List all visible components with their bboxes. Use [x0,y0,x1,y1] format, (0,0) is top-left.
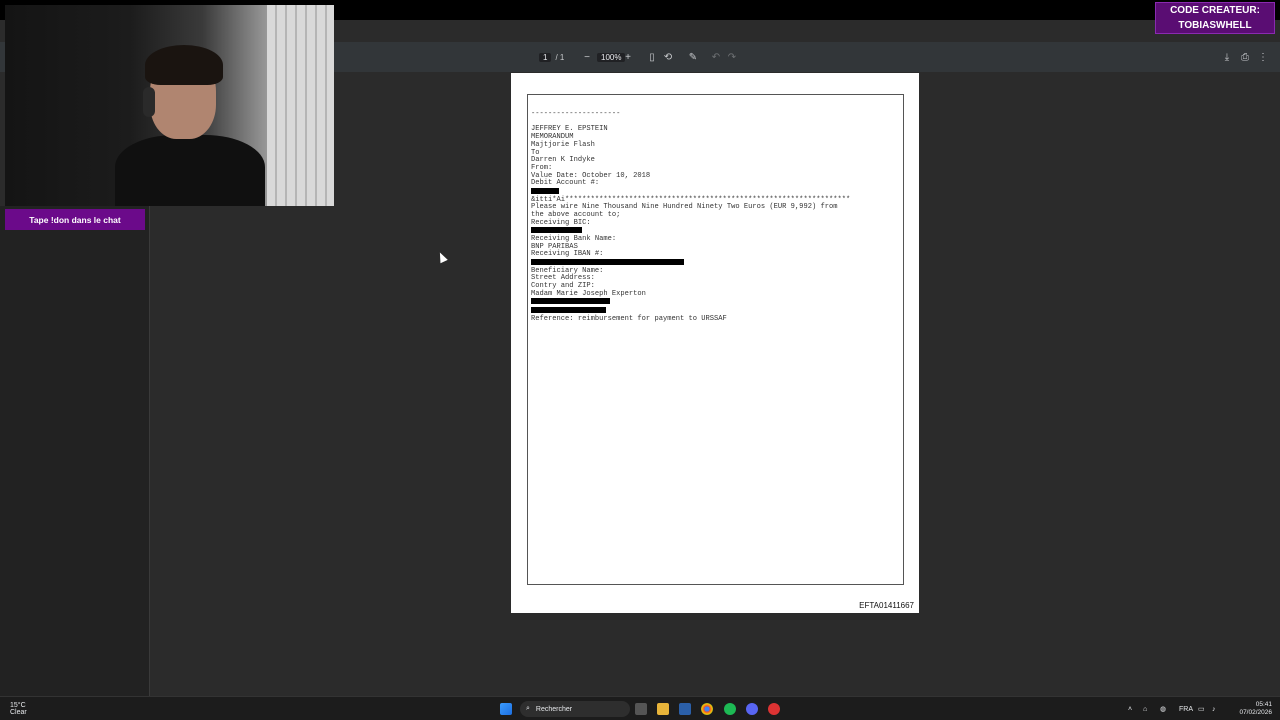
memo-text: --------------------- JEFFREY E. EPSTEIN M… [531,110,901,323]
memo-rule: --------------------- [531,110,621,118]
webcam-wall-panel [267,5,334,206]
search-icon: ⌕ [526,705,530,712]
webcam-feed [5,5,334,206]
memo-line: JEFFREY E. EPSTEIN [531,125,608,134]
tray-chevron-icon[interactable]: ˄ [1128,701,1132,717]
rotate-icon[interactable]: ⟲ [663,50,673,64]
redaction-bar [531,307,606,314]
plus-icon[interactable]: + [623,50,633,64]
creator-code-label: CODE CREATEUR: [1170,5,1260,16]
taskbar-search[interactable]: ⌕ Rechercher [520,701,630,717]
document-frame: --------------------- JEFFREY E. EPSTEIN M… [527,94,904,585]
document-id: EFTA01411667 [859,601,914,610]
clock-date: 07/02/2026 [1239,709,1272,716]
undo-icon[interactable]: ↶ [711,50,721,64]
app-icon[interactable] [679,701,691,717]
zoom-value: 100% [597,52,626,62]
creator-code-badge: CODE CREATEUR: TOBIASWHELL [1155,2,1275,34]
obs-icon[interactable] [768,701,780,717]
weather-temp: 15°C [10,702,26,709]
file-explorer-icon[interactable] [657,701,669,717]
more-icon[interactable]: ⋮ [1258,50,1268,64]
discord-icon[interactable] [746,701,758,717]
memo-line: Debit Account #: [531,179,600,188]
draw-icon[interactable]: ✎ [688,50,698,64]
redaction-bar [531,227,582,234]
memo-line: Majtjorie Flash [531,140,595,149]
memo-line: Receiving BIC: [531,218,591,227]
pdf-page: --------------------- JEFFREY E. EPSTEIN M… [511,73,919,613]
page-total: / 1 [555,52,565,62]
streamer-body [115,135,265,206]
creator-code-value: TOBIASWHELL [1178,20,1252,31]
redaction-bar [531,188,559,195]
taskbar-clock[interactable]: 05:41 07/02/2026 [1239,701,1272,717]
redaction-bar [531,259,684,266]
streamer-hair [145,45,223,85]
page-number-input[interactable]: 1 [539,52,552,62]
fit-page-icon[interactable]: ▯ [647,50,657,64]
download-icon[interactable]: ⤓ [1222,50,1232,64]
network-icon[interactable]: ⌂ [1143,701,1147,717]
memo-line: Darren K Indyke [531,156,595,165]
clock-time: 05:41 [1255,701,1272,708]
task-view-icon[interactable] [635,701,647,717]
weather-desc: Clear [10,709,27,716]
memo-line: Receiving IBAN #: [531,250,604,259]
print-icon[interactable]: ⎙ [1240,50,1250,64]
memo-line: Receiving Bank Name: [531,234,617,243]
spotify-icon[interactable] [724,701,736,717]
windows-start-icon[interactable] [500,701,512,717]
microphone-icon[interactable]: ◍ [1160,701,1166,717]
page-indicator: 1 / 1 [539,50,564,64]
language-indicator[interactable]: FRA [1179,701,1193,717]
redaction-bar [531,298,610,305]
search-placeholder: Rechercher [535,705,573,713]
windows-taskbar: 15°C Clear ⌕ Rechercher ˄ ⌂ ◍ FRA ▭ ♪ 05… [0,696,1280,720]
volume-icon[interactable]: ♪ [1212,701,1216,717]
chrome-icon[interactable] [701,701,713,717]
redo-icon[interactable]: ↷ [727,50,737,64]
memo-line: Madam Marie Joseph Experton [531,289,646,298]
display-icon[interactable]: ▭ [1198,701,1205,717]
memo-reference: Reference: reimbursement for payment to … [531,314,727,323]
weather-widget[interactable]: 15°C Clear [10,701,27,717]
headset-icon [143,87,155,117]
left-stream-panel [0,206,150,696]
minus-icon[interactable]: − [582,50,592,64]
zoom-level-input[interactable]: 100% [597,50,626,64]
donation-banner: Tape !don dans le chat [5,209,145,230]
